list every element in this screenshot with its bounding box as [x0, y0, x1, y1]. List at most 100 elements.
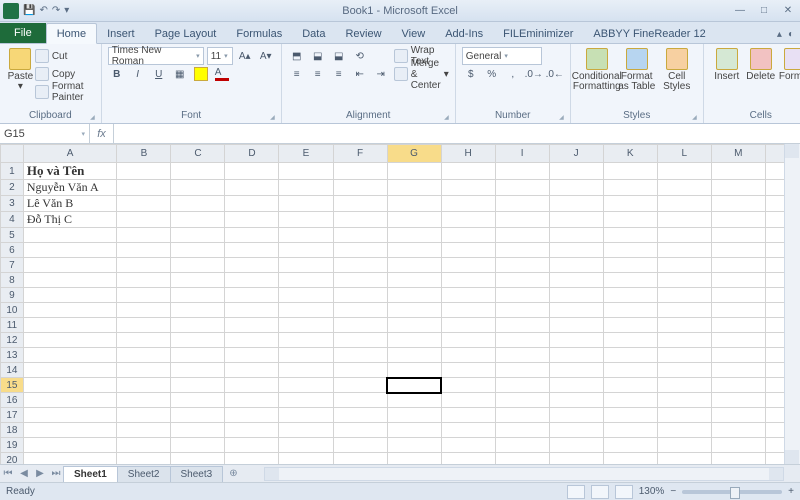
cell-K8[interactable] [603, 273, 657, 288]
cell-G3[interactable] [387, 196, 441, 212]
cell-L18[interactable] [657, 423, 711, 438]
cell-M10[interactable] [711, 303, 765, 318]
align-left-button[interactable]: ≡ [288, 65, 306, 83]
cell-E2[interactable] [279, 180, 333, 196]
cell-L17[interactable] [657, 408, 711, 423]
view-normal-button[interactable] [567, 485, 585, 499]
cell-K19[interactable] [603, 438, 657, 453]
align-right-button[interactable]: ≡ [330, 65, 348, 83]
cell-D17[interactable] [225, 408, 279, 423]
tab-file[interactable]: File [0, 23, 46, 43]
cell-B2[interactable] [117, 180, 171, 196]
tab-home[interactable]: Home [46, 23, 97, 44]
cell-I15[interactable] [495, 378, 549, 393]
cell-B20[interactable] [117, 453, 171, 465]
cell-H14[interactable] [441, 363, 495, 378]
cell-G18[interactable] [387, 423, 441, 438]
cell-H11[interactable] [441, 318, 495, 333]
row-header-8[interactable]: 8 [1, 273, 24, 288]
cell-H9[interactable] [441, 288, 495, 303]
cell-B1[interactable] [117, 163, 171, 180]
cell-M15[interactable] [711, 378, 765, 393]
cell-J10[interactable] [549, 303, 603, 318]
cut-button[interactable]: Cut [35, 48, 95, 64]
cell-B5[interactable] [117, 228, 171, 243]
cell-G11[interactable] [387, 318, 441, 333]
cell-F20[interactable] [333, 453, 387, 465]
cell-E5[interactable] [279, 228, 333, 243]
cell-F10[interactable] [333, 303, 387, 318]
view-layout-button[interactable] [591, 485, 609, 499]
cell-H7[interactable] [441, 258, 495, 273]
col-header-F[interactable]: F [333, 145, 387, 163]
cell-E7[interactable] [279, 258, 333, 273]
cell-A13[interactable] [23, 348, 117, 363]
cell-I5[interactable] [495, 228, 549, 243]
cell-J3[interactable] [549, 196, 603, 212]
cell-L19[interactable] [657, 438, 711, 453]
number-format-select[interactable]: General [462, 47, 542, 65]
cell-A12[interactable] [23, 333, 117, 348]
cell-H17[interactable] [441, 408, 495, 423]
cell-D18[interactable] [225, 423, 279, 438]
cell-I16[interactable] [495, 393, 549, 408]
align-middle-button[interactable]: ⬓ [309, 47, 327, 65]
col-header-B[interactable]: B [117, 145, 171, 163]
row-header-1[interactable]: 1 [1, 163, 24, 180]
col-header-I[interactable]: I [495, 145, 549, 163]
cell-K4[interactable] [603, 212, 657, 228]
col-header-K[interactable]: K [603, 145, 657, 163]
fill-color-button[interactable] [192, 65, 210, 83]
cell-C3[interactable] [171, 196, 225, 212]
cell-M5[interactable] [711, 228, 765, 243]
cell-F12[interactable] [333, 333, 387, 348]
cell-A5[interactable] [23, 228, 117, 243]
name-box[interactable]: G15 [0, 124, 90, 143]
cell-G19[interactable] [387, 438, 441, 453]
cell-I20[interactable] [495, 453, 549, 465]
delete-cells-button[interactable]: Delete [744, 46, 778, 82]
cell-K1[interactable] [603, 163, 657, 180]
cell-H12[interactable] [441, 333, 495, 348]
cell-L14[interactable] [657, 363, 711, 378]
view-pagebreak-button[interactable] [615, 485, 633, 499]
col-header-D[interactable]: D [225, 145, 279, 163]
cell-B11[interactable] [117, 318, 171, 333]
cell-F4[interactable] [333, 212, 387, 228]
cell-M14[interactable] [711, 363, 765, 378]
cell-J9[interactable] [549, 288, 603, 303]
cell-M11[interactable] [711, 318, 765, 333]
cell-E6[interactable] [279, 243, 333, 258]
cell-E20[interactable] [279, 453, 333, 465]
tab-formulas[interactable]: Formulas [226, 24, 292, 43]
cell-A16[interactable] [23, 393, 117, 408]
cell-L6[interactable] [657, 243, 711, 258]
row-header-18[interactable]: 18 [1, 423, 24, 438]
new-sheet-button[interactable]: ⊕ [223, 466, 243, 481]
tab-page-layout[interactable]: Page Layout [145, 24, 227, 43]
cell-L5[interactable] [657, 228, 711, 243]
cell-L7[interactable] [657, 258, 711, 273]
tab-add-ins[interactable]: Add-Ins [435, 24, 493, 43]
cell-I17[interactable] [495, 408, 549, 423]
cell-C8[interactable] [171, 273, 225, 288]
cell-B10[interactable] [117, 303, 171, 318]
cell-L3[interactable] [657, 196, 711, 212]
cell-C18[interactable] [171, 423, 225, 438]
cell-G7[interactable] [387, 258, 441, 273]
row-header-11[interactable]: 11 [1, 318, 24, 333]
cell-L4[interactable] [657, 212, 711, 228]
row-header-5[interactable]: 5 [1, 228, 24, 243]
cell-K17[interactable] [603, 408, 657, 423]
cell-D10[interactable] [225, 303, 279, 318]
cell-K15[interactable] [603, 378, 657, 393]
zoom-slider[interactable] [682, 490, 782, 494]
cell-F18[interactable] [333, 423, 387, 438]
tab-view[interactable]: View [392, 24, 436, 43]
horizontal-scrollbar[interactable] [264, 467, 784, 481]
cell-G15[interactable] [387, 378, 441, 393]
cell-I13[interactable] [495, 348, 549, 363]
increase-font-button[interactable]: A▴ [236, 47, 254, 65]
align-top-button[interactable]: ⬒ [288, 47, 306, 65]
col-header-M[interactable]: M [711, 145, 765, 163]
